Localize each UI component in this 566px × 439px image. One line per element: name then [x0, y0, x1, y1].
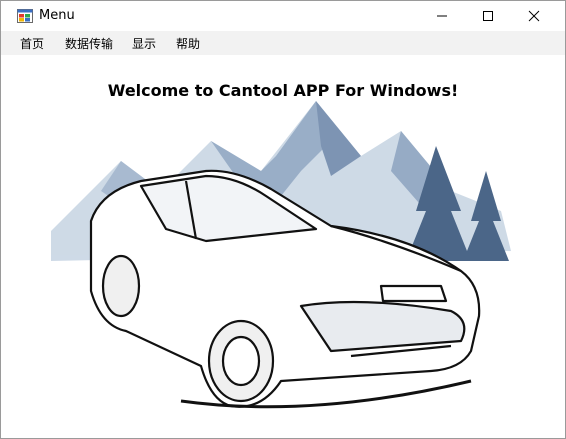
menu-item-home[interactable]: 首页 — [18, 35, 46, 52]
menu-item-data-transfer[interactable]: 数据传输 — [63, 35, 115, 52]
maximize-icon — [483, 11, 493, 21]
minimize-button[interactable] — [419, 1, 465, 31]
app-window: Menu 首页 数据传输 显示 帮助 Welcome to Cantool AP… — [0, 0, 566, 439]
title-bar[interactable]: Menu — [1, 1, 565, 31]
menu-item-display[interactable]: 显示 — [130, 35, 158, 52]
menu-bar: 首页 数据传输 显示 帮助 — [1, 31, 565, 55]
welcome-heading: Welcome to Cantool APP For Windows! — [107, 81, 459, 100]
car-sketch-mountains-illustration — [51, 101, 511, 409]
close-button[interactable] — [511, 1, 557, 31]
window-title: Menu — [39, 8, 75, 23]
maximize-button[interactable] — [465, 1, 511, 31]
close-icon — [528, 10, 540, 22]
menu-item-help[interactable]: 帮助 — [174, 35, 202, 52]
app-icon — [17, 9, 33, 23]
minimize-icon — [437, 15, 447, 17]
